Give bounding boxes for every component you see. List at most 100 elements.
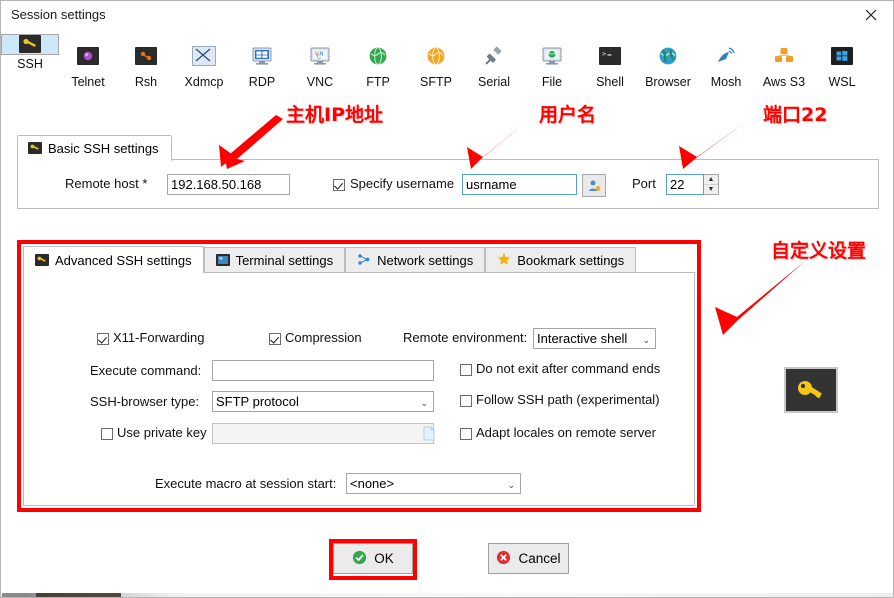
protocol-label: Rsh <box>134 75 158 89</box>
specify-username-label: Specify username <box>350 176 455 191</box>
background-window-edge <box>2 593 893 597</box>
execute-command-input[interactable] <box>212 360 434 381</box>
protocol-ftp[interactable]: FTP <box>349 34 407 102</box>
star-icon <box>497 252 511 269</box>
arrow-to-advanced-panel <box>715 261 805 335</box>
port-label: Port <box>632 176 656 191</box>
use-private-key-checkbox[interactable] <box>101 428 113 440</box>
protocol-xdmcp[interactable]: Xdmcp <box>175 34 233 102</box>
ssh-key-icon <box>35 253 49 268</box>
protocol-rsh[interactable]: Rsh <box>117 34 175 102</box>
green-check-icon <box>352 550 367 568</box>
red-cross-icon <box>496 550 511 568</box>
protocol-rdp[interactable]: RDP <box>233 34 291 102</box>
rsh-icon <box>135 41 157 71</box>
protocol-wsl[interactable]: WSL <box>813 34 871 102</box>
compression-checkbox[interactable] <box>269 333 281 345</box>
advanced-tabstrip: Advanced SSH settings Terminal settings … <box>23 246 637 273</box>
spinner-up-icon[interactable]: ▲ <box>704 175 718 185</box>
basic-settings-group: Remote host * 192.168.50.168 Specify use… <box>17 159 879 209</box>
protocol-label: File <box>541 75 563 89</box>
specify-username-checkbox[interactable] <box>333 179 345 191</box>
protocol-label: Telnet <box>71 75 105 89</box>
svg-text:C: C <box>317 55 321 61</box>
protocol-label: Xdmcp <box>184 75 224 89</box>
protocol-label: Serial <box>478 75 510 89</box>
tab-bookmark-settings[interactable]: Bookmark settings <box>485 247 637 273</box>
protocol-browser[interactable]: Browser <box>639 34 697 102</box>
protocol-label: Mosh <box>710 75 742 89</box>
wsl-windows-icon <box>831 41 853 71</box>
aws-s3-icon <box>773 41 795 71</box>
ssh-browser-type-select[interactable]: SFTP protocol ⌄ <box>212 391 434 412</box>
sftp-globe-icon <box>425 41 447 71</box>
tab-advanced-ssh-settings[interactable]: Advanced SSH settings <box>23 246 204 273</box>
protocol-file[interactable]: File <box>523 34 581 102</box>
remote-host-input[interactable]: 192.168.50.168 <box>167 174 290 195</box>
chevron-down-icon: ⌄ <box>420 398 428 408</box>
tab-network-settings[interactable]: Network settings <box>345 247 486 273</box>
protocol-label: FTP <box>366 75 390 89</box>
execute-macro-value: <none> <box>350 476 395 491</box>
x11-forwarding-checkbox[interactable] <box>97 333 109 345</box>
protocol-label: Browser <box>645 75 691 89</box>
tab-label: Terminal settings <box>235 253 334 268</box>
spinner-down-icon[interactable]: ▼ <box>704 185 718 194</box>
ssh-key-icon <box>28 141 42 156</box>
use-private-key-label: Use private key <box>117 425 207 440</box>
chevron-down-icon: ⌄ <box>642 335 650 345</box>
big-key-icon <box>784 367 838 413</box>
protocol-serial[interactable]: Serial <box>465 34 523 102</box>
user-picker-icon[interactable] <box>582 174 606 197</box>
protocol-aws-s3[interactable]: Aws S3 <box>755 34 813 102</box>
cancel-button[interactable]: Cancel <box>488 543 569 574</box>
background-window-edge-accent <box>36 593 121 597</box>
window-title: Session settings <box>11 7 106 22</box>
network-nodes-icon <box>357 253 371 269</box>
terminal-icon <box>215 253 230 268</box>
protocol-label: WSL <box>828 75 856 89</box>
port-spinner[interactable]: ▲ ▼ <box>704 174 719 195</box>
protocol-shell[interactable]: > Shell <box>581 34 639 102</box>
follow-ssh-path-checkbox[interactable] <box>460 395 472 407</box>
annotation-host-ip: 主机IP地址 <box>286 104 383 126</box>
svg-text:>: > <box>602 50 606 58</box>
port-input[interactable]: 22 <box>666 174 704 195</box>
remote-host-label: Remote host * <box>65 176 148 191</box>
protocol-ssh[interactable]: SSH <box>1 34 59 71</box>
advanced-ssh-settings-panel: X11-Forwarding Compression Remote enviro… <box>23 272 695 506</box>
annotation-custom-settings: 自定义设置 <box>771 240 867 262</box>
do-not-exit-checkbox[interactable] <box>460 364 472 376</box>
protocol-mosh[interactable]: Mosh <box>697 34 755 102</box>
cancel-label: Cancel <box>518 551 561 566</box>
protocol-label: RDP <box>248 75 276 89</box>
ok-button[interactable]: OK <box>333 543 413 574</box>
compression-label: Compression <box>285 330 362 345</box>
ssh-browser-type-value: SFTP protocol <box>216 394 299 409</box>
close-icon[interactable] <box>848 2 893 28</box>
tab-terminal-settings[interactable]: Terminal settings <box>203 247 346 273</box>
file-browse-icon[interactable] <box>423 426 435 444</box>
file-monitor-icon <box>541 41 563 71</box>
protocol-vnc[interactable]: V N C VNC <box>291 34 349 102</box>
browser-globe-icon <box>657 41 679 71</box>
protocol-sftp[interactable]: SFTP <box>407 34 465 102</box>
execute-macro-select[interactable]: <none> ⌄ <box>346 473 521 494</box>
protocol-label: SSH <box>17 57 43 71</box>
ok-label: OK <box>374 551 394 566</box>
rdp-monitor-icon <box>251 41 273 71</box>
username-input[interactable]: usrname <box>462 174 577 195</box>
private-key-input[interactable] <box>212 423 434 444</box>
shell-terminal-icon: > <box>599 41 621 71</box>
follow-ssh-path-label: Follow SSH path (experimental) <box>476 392 660 407</box>
remote-environment-value: Interactive shell <box>537 331 628 346</box>
tab-basic-ssh-settings[interactable]: Basic SSH settings <box>17 135 172 161</box>
remote-environment-select[interactable]: Interactive shell ⌄ <box>533 328 656 349</box>
protocol-telnet[interactable]: Telnet <box>59 34 117 102</box>
remote-environment-label: Remote environment: <box>403 330 528 345</box>
execute-command-label: Execute command: <box>90 363 202 378</box>
ftp-globe-icon <box>367 41 389 71</box>
adapt-locales-checkbox[interactable] <box>460 428 472 440</box>
adapt-locales-label: Adapt locales on remote server <box>476 425 656 440</box>
tab-label: Advanced SSH settings <box>55 252 192 268</box>
